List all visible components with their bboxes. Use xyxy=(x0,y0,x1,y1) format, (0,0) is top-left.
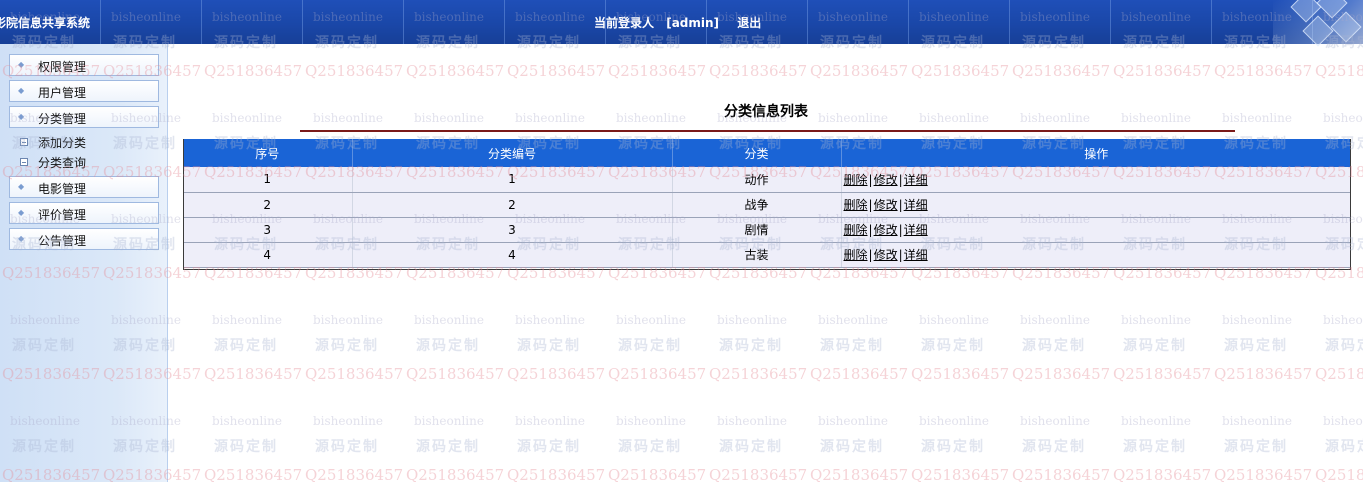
collapse-box-icon xyxy=(20,138,28,146)
table-row: 1 1 动作 删除|修改|详细 xyxy=(183,167,1351,193)
cell-actions: 删除|修改|详细 xyxy=(841,192,1351,218)
sidebar-item-label: 分类管理 xyxy=(38,112,87,126)
header-corner-decoration xyxy=(1273,0,1363,47)
edit-link[interactable]: 修改 xyxy=(874,198,898,212)
sidebar-item-label: 电影管理 xyxy=(38,182,87,196)
table-row: 3 3 剧情 删除|修改|详细 xyxy=(183,217,1351,243)
detail-link[interactable]: 详细 xyxy=(904,173,928,187)
decor-tile xyxy=(1330,11,1362,43)
cell-category: 战争 xyxy=(672,192,842,218)
bullet-icon: ◆ xyxy=(18,60,25,69)
sidebar: ◆ 权限管理 ◆ 用户管理 ◆ 分类管理 添加分类 分类查询 ◆ 电影管理 ◆ … xyxy=(0,44,168,482)
sidebar-subitem-label: 分类查询 xyxy=(38,156,87,170)
delete-link[interactable]: 删除 xyxy=(844,173,868,187)
top-header: 影院信息共享系统 当前登录人 [admin] 退出 xyxy=(0,0,1363,47)
cell-index: 4 xyxy=(183,242,353,268)
table-row: 2 2 战争 删除|修改|详细 xyxy=(183,192,1351,218)
bullet-icon: ◆ xyxy=(18,112,25,121)
cell-index: 3 xyxy=(183,217,353,243)
bullet-icon: ◆ xyxy=(18,182,25,191)
login-label: 当前登录人 xyxy=(594,16,655,30)
edit-link[interactable]: 修改 xyxy=(874,223,898,237)
cell-code: 2 xyxy=(352,192,673,218)
sidebar-subitem-label: 添加分类 xyxy=(38,136,87,150)
cell-actions: 删除|修改|详细 xyxy=(841,167,1351,193)
cell-category: 剧情 xyxy=(672,217,842,243)
table-row: 4 4 古装 删除|修改|详细 xyxy=(183,242,1351,268)
edit-link[interactable]: 修改 xyxy=(874,248,898,262)
logout-link[interactable]: 退出 xyxy=(737,16,761,30)
table-header-row: 序号 分类编号 分类 操作 xyxy=(183,139,1351,167)
column-header-category: 分类 xyxy=(672,139,842,167)
detail-link[interactable]: 详细 xyxy=(904,248,928,262)
sidebar-item-label: 权限管理 xyxy=(38,60,87,74)
system-title: 影院信息共享系统 xyxy=(0,16,91,30)
sidebar-item-categories[interactable]: ◆ 分类管理 xyxy=(9,106,159,128)
column-header-actions: 操作 xyxy=(841,139,1351,167)
sidebar-item-label: 公告管理 xyxy=(38,234,87,248)
login-info: 当前登录人 [admin] 退出 xyxy=(594,14,761,31)
sidebar-item-movies[interactable]: ◆ 电影管理 xyxy=(9,176,159,198)
cell-actions: 删除|修改|详细 xyxy=(841,242,1351,268)
delete-link[interactable]: 删除 xyxy=(844,198,868,212)
collapse-box-icon xyxy=(20,158,28,166)
sidebar-item-users[interactable]: ◆ 用户管理 xyxy=(9,80,159,102)
column-header-code: 分类编号 xyxy=(352,139,673,167)
cell-code: 3 xyxy=(352,217,673,243)
detail-link[interactable]: 详细 xyxy=(904,198,928,212)
bullet-icon: ◆ xyxy=(18,208,25,217)
main-content: 分类信息列表 序号 分类编号 分类 操作 1 1 动作 删除|修改|详细 2 2… xyxy=(169,44,1363,482)
cell-category: 古装 xyxy=(672,242,842,268)
cell-actions: 删除|修改|详细 xyxy=(841,217,1351,243)
cell-code: 1 xyxy=(352,167,673,193)
category-table: 序号 分类编号 分类 操作 1 1 动作 删除|修改|详细 2 2 战争 删除|… xyxy=(183,139,1351,268)
column-header-index: 序号 xyxy=(183,139,353,167)
current-user: [admin] xyxy=(666,16,720,30)
page-title: 分类信息列表 xyxy=(724,104,808,120)
delete-link[interactable]: 删除 xyxy=(844,248,868,262)
title-underline xyxy=(300,130,1235,132)
cell-index: 1 xyxy=(183,167,353,193)
sidebar-item-reviews[interactable]: ◆ 评价管理 xyxy=(9,202,159,224)
cell-index: 2 xyxy=(183,192,353,218)
bullet-icon: ◆ xyxy=(18,234,25,243)
sidebar-item-permissions[interactable]: ◆ 权限管理 xyxy=(9,54,159,76)
sidebar-item-label: 用户管理 xyxy=(38,86,87,100)
edit-link[interactable]: 修改 xyxy=(874,173,898,187)
sidebar-item-label: 评价管理 xyxy=(38,208,87,222)
delete-link[interactable]: 删除 xyxy=(844,223,868,237)
sidebar-item-announcements[interactable]: ◆ 公告管理 xyxy=(9,228,159,250)
cell-code: 4 xyxy=(352,242,673,268)
detail-link[interactable]: 详细 xyxy=(904,223,928,237)
bullet-icon: ◆ xyxy=(18,86,25,95)
cell-category: 动作 xyxy=(672,167,842,193)
